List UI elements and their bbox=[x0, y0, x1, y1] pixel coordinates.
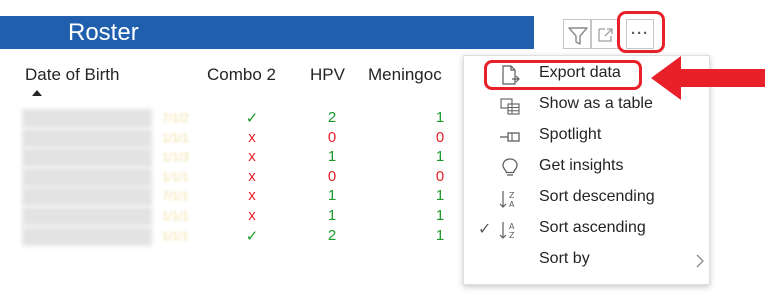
cell-meningococcal: 0 bbox=[435, 128, 445, 146]
menu-item-sort-descending[interactable]: ZA Sort descending bbox=[464, 183, 711, 214]
column-header-date-of-birth[interactable]: Date of Birth bbox=[25, 65, 120, 85]
table-row[interactable]: 1/1/1 ✓ 2 1 bbox=[0, 226, 470, 246]
table-row[interactable]: 1/1/1 x 1 1 bbox=[0, 206, 470, 226]
show-as-table-icon bbox=[499, 96, 521, 116]
redacted-date: 1/1/1 bbox=[162, 228, 189, 243]
focus-mode-icon bbox=[598, 28, 613, 42]
svg-text:Z: Z bbox=[509, 191, 515, 200]
svg-text:A: A bbox=[509, 222, 515, 231]
lightbulb-icon bbox=[499, 158, 521, 178]
redacted-date: 1/1/1 bbox=[162, 169, 189, 184]
redacted-date-of-birth bbox=[22, 187, 152, 207]
cell-meningococcal: 0 bbox=[435, 167, 445, 185]
cell-hpv: 1 bbox=[327, 148, 337, 166]
column-header-hpv[interactable]: HPV bbox=[310, 65, 345, 85]
menu-item-label: Sort ascending bbox=[539, 219, 646, 236]
chevron-right-icon bbox=[696, 254, 704, 273]
table-row[interactable]: 1/1/3 x 1 1 bbox=[0, 147, 470, 168]
table-row[interactable]: 7/1/2 ✓ 2 1 bbox=[0, 108, 470, 128]
sort-ascending-indicator bbox=[32, 90, 42, 96]
sort-descending-icon: ZA bbox=[499, 189, 521, 209]
menu-item-label: Sort descending bbox=[539, 188, 655, 205]
cell-meningococcal: 1 bbox=[435, 207, 445, 224]
cell-combo-2: ✓ bbox=[245, 110, 259, 127]
menu-item-label: Show as a table bbox=[539, 95, 653, 112]
redacted-date: 1/1/3 bbox=[162, 150, 189, 165]
cell-meningococcal: 1 bbox=[435, 109, 445, 126]
redacted-date-of-birth bbox=[22, 109, 152, 128]
table-row[interactable]: 7/1/1 x 1 1 bbox=[0, 186, 470, 207]
focus-mode-button[interactable] bbox=[591, 19, 619, 49]
menu-item-sort-ascending[interactable]: ✓ AZ Sort ascending bbox=[464, 214, 711, 245]
redacted-date-of-birth bbox=[22, 167, 152, 187]
cell-combo-2: x bbox=[248, 187, 256, 205]
cell-combo-2: x bbox=[248, 167, 256, 185]
redacted-date-of-birth bbox=[22, 148, 152, 168]
table-row[interactable]: 1/1/1 x 0 0 bbox=[0, 167, 470, 187]
svg-text:Z: Z bbox=[509, 231, 515, 240]
redacted-date: 7/1/1 bbox=[162, 189, 189, 204]
roster-table: Date of Birth Combo 2 HPV Meningoc 7/1/2… bbox=[0, 56, 470, 299]
cell-hpv: 1 bbox=[327, 207, 337, 224]
cell-hpv: 2 bbox=[327, 109, 337, 126]
menu-item-label: Sort by bbox=[539, 250, 590, 267]
cell-combo-2: x bbox=[248, 207, 256, 224]
cell-hpv: 2 bbox=[327, 226, 337, 244]
menu-item-label: Spotlight bbox=[539, 126, 602, 143]
cell-hpv: 0 bbox=[327, 128, 337, 146]
menu-item-spotlight[interactable]: Spotlight bbox=[464, 121, 711, 152]
cell-hpv: 0 bbox=[327, 167, 337, 185]
redacted-date: 7/1/2 bbox=[162, 111, 189, 125]
redacted-date-of-birth bbox=[22, 207, 152, 226]
menu-item-get-insights[interactable]: Get insights bbox=[464, 152, 711, 183]
cell-hpv: 1 bbox=[327, 187, 337, 205]
cell-meningococcal: 1 bbox=[435, 187, 445, 205]
cell-meningococcal: 1 bbox=[435, 226, 445, 244]
red-arrow-annotation bbox=[651, 56, 765, 100]
menu-item-label: Get insights bbox=[539, 157, 624, 174]
cell-combo-2: ✓ bbox=[245, 227, 259, 245]
filter-button[interactable] bbox=[563, 19, 591, 49]
cell-combo-2: x bbox=[248, 148, 256, 166]
column-header-meningococcal[interactable]: Meningoc bbox=[368, 65, 442, 85]
redacted-date-of-birth bbox=[22, 128, 152, 148]
svg-text:A: A bbox=[509, 200, 515, 209]
highlight-export-data bbox=[484, 60, 642, 90]
spotlight-icon bbox=[499, 127, 521, 147]
visual-header: Roster bbox=[0, 16, 534, 49]
menu-item-sort-by[interactable]: Sort by bbox=[464, 245, 711, 276]
redacted-date: 1/1/1 bbox=[162, 130, 189, 145]
sort-ascending-icon: AZ bbox=[499, 220, 521, 240]
filter-icon bbox=[568, 27, 588, 45]
table-row[interactable]: 1/1/1 x 0 0 bbox=[0, 128, 470, 148]
cell-combo-2: x bbox=[248, 128, 256, 146]
column-header-combo-2[interactable]: Combo 2 bbox=[207, 65, 276, 85]
cell-meningococcal: 1 bbox=[435, 148, 445, 166]
checkmark-icon: ✓ bbox=[478, 221, 492, 238]
redacted-date: 1/1/1 bbox=[162, 209, 189, 223]
highlight-more-options bbox=[617, 11, 665, 53]
redacted-date-of-birth bbox=[22, 226, 152, 246]
visual-title: Roster bbox=[68, 19, 139, 46]
